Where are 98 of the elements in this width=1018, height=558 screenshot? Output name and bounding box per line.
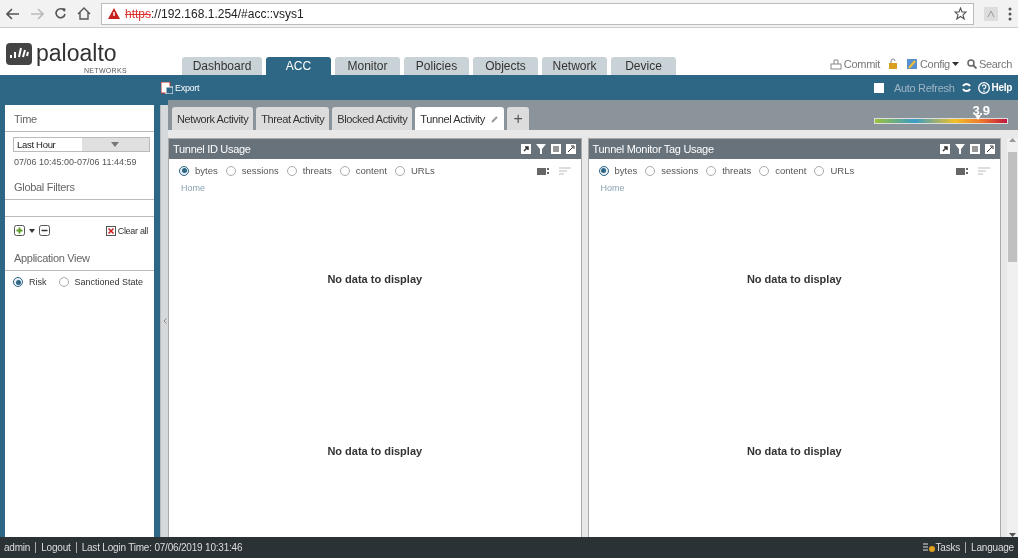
footer-link[interactable]: Logout (41, 542, 71, 553)
refresh-icon[interactable] (960, 82, 972, 93)
radio-label: sessions (661, 165, 699, 176)
chart-type-icon[interactable] (956, 166, 970, 175)
widget-header: Tunnel Monitor Tag Usage (588, 139, 1000, 159)
nav-tab[interactable]: Monitor (335, 57, 400, 75)
nav-tab[interactable]: Device (611, 57, 676, 75)
risk-reading: 3.9 (972, 104, 990, 118)
nav-tab[interactable]: Objects (473, 57, 538, 75)
scroll-up-icon[interactable] (1009, 138, 1016, 142)
logo-icon (6, 42, 32, 65)
scrollbar[interactable] (1007, 138, 1018, 537)
home-icon[interactable] (77, 7, 91, 20)
add-tab-button[interactable]: + (506, 107, 529, 130)
empty-message: No data to display (746, 445, 842, 457)
radio-button[interactable] (339, 165, 350, 176)
section-title: Global Filters (5, 173, 154, 200)
radio-label: threats (302, 165, 332, 176)
footer-link[interactable]: admin (4, 542, 31, 553)
header-link[interactable]: Config (919, 58, 950, 70)
activity-tab[interactable]: Tunnel Activity (415, 107, 504, 130)
back-icon[interactable] (6, 7, 20, 20)
radio-button[interactable] (814, 165, 825, 176)
radio-label: content (775, 165, 807, 176)
radio-label: sessions (241, 165, 279, 176)
nav-tab[interactable]: Policies (404, 57, 469, 75)
empty-message: No data to display (327, 273, 423, 285)
radio-button[interactable] (759, 165, 770, 176)
warning-icon (108, 8, 120, 19)
help-link[interactable]: Help (991, 82, 1012, 93)
clear-all-link[interactable]: Clear all (117, 225, 148, 236)
filter-icon[interactable] (534, 143, 547, 155)
nav-tab[interactable]: ACC (266, 57, 331, 75)
radio-label: bytes (614, 165, 638, 176)
radio-label: threats (722, 165, 752, 176)
export-icon[interactable] (564, 143, 577, 155)
radio-button[interactable] (13, 277, 23, 287)
table-icon[interactable] (969, 143, 981, 155)
radio-button[interactable] (179, 165, 189, 176)
printer-icon (829, 58, 842, 70)
scroll-thumb[interactable] (1008, 152, 1017, 262)
table-icon[interactable] (549, 143, 562, 155)
pencil-icon[interactable] (490, 114, 499, 123)
config-icon (905, 58, 918, 70)
reload-icon[interactable] (54, 7, 67, 20)
nav-tab[interactable]: Dashboard (182, 57, 262, 75)
login-time: Last Login Time: 07/06/2019 10:31:46 (81, 542, 243, 553)
radio-label: Risk (29, 277, 47, 287)
header-link[interactable]: Search (978, 58, 1012, 70)
radio-label: bytes (195, 165, 218, 176)
radio-button[interactable] (58, 277, 69, 287)
caret-icon[interactable] (951, 62, 959, 66)
logo-text: paloalto (36, 40, 117, 67)
footer-link[interactable]: Tasks (935, 542, 961, 553)
radio-label: URLs (830, 165, 855, 176)
section-title: Application View (5, 244, 154, 271)
activity-tab[interactable]: Network Activity (172, 107, 254, 130)
clear-icon (105, 225, 116, 236)
maximize-icon[interactable] (519, 143, 532, 155)
search-icon (966, 59, 977, 69)
menu-icon[interactable] (1008, 6, 1012, 21)
caret-icon[interactable] (29, 228, 35, 233)
activity-tab[interactable]: Blocked Activity (332, 107, 413, 130)
footer-link[interactable]: Language (971, 542, 1014, 553)
activity-tab[interactable]: Threat Activity (256, 107, 330, 130)
empty-message: No data to display (746, 273, 842, 285)
star-icon[interactable] (954, 7, 967, 20)
radio-button[interactable] (645, 165, 656, 176)
radio-button[interactable] (598, 165, 609, 176)
chart-type-icon[interactable] (536, 166, 551, 175)
export-link[interactable]: Export (175, 82, 200, 93)
checkbox-label: Auto Refresh (893, 81, 955, 94)
address-field[interactable]: https://192.168.1.254/#acc::vsys1 (101, 2, 974, 25)
maximize-icon[interactable] (939, 143, 951, 155)
time-select[interactable]: Last Hour (13, 137, 150, 152)
export-icon[interactable] (984, 143, 996, 155)
add-icon[interactable] (14, 225, 25, 236)
radio-label: URLs (410, 165, 435, 176)
remove-icon[interactable] (39, 225, 50, 236)
section-title: Time (5, 105, 154, 132)
header-link[interactable]: Commit (843, 58, 880, 70)
nav-tab[interactable]: Network (542, 57, 607, 75)
time-range: 07/06 10:45:00-07/06 11:44:59 (13, 156, 138, 169)
filter-icon[interactable] (954, 143, 966, 155)
radio-label: content (355, 165, 387, 176)
radio-button[interactable] (225, 165, 236, 176)
empty-message: No data to display (327, 445, 423, 457)
radio-button[interactable] (394, 165, 405, 176)
radio-label: Sanctioned State (74, 277, 144, 287)
tasks-icon (922, 542, 936, 553)
collapse-icon[interactable] (162, 318, 167, 324)
pdf-icon (161, 81, 173, 94)
radio-button[interactable] (286, 165, 297, 176)
radio-button[interactable] (706, 165, 717, 176)
checkbox[interactable] (873, 82, 884, 93)
caret-icon (111, 142, 120, 147)
help-icon (977, 81, 990, 94)
widget-header: Tunnel ID Usage (169, 139, 581, 159)
